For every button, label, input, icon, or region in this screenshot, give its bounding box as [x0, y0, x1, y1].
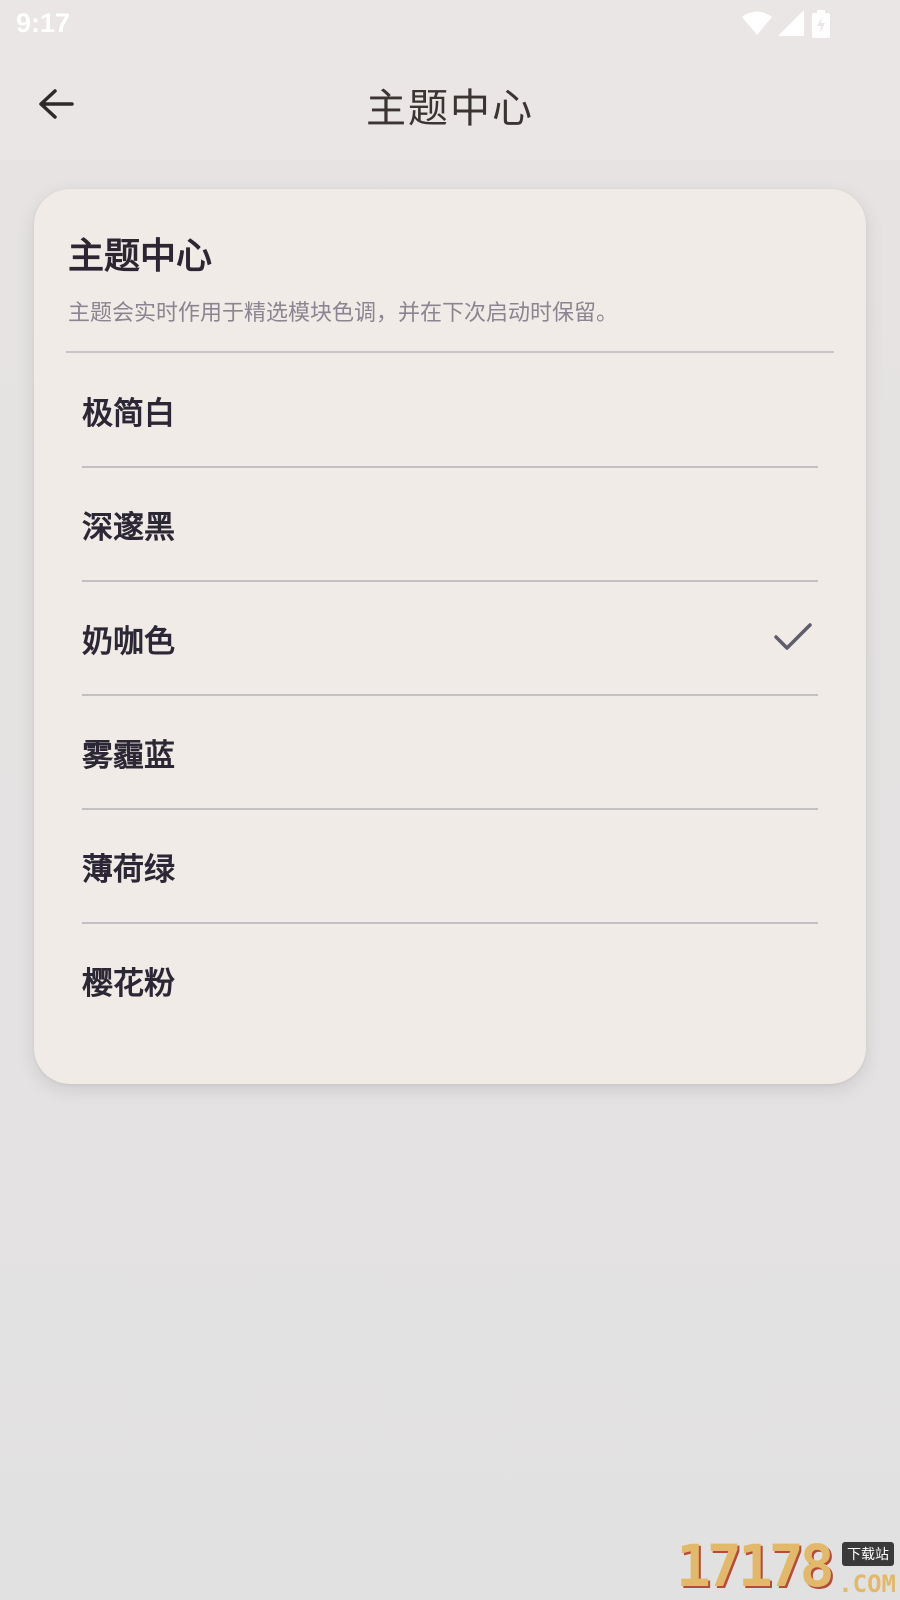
cellular-signal-icon [778, 10, 804, 36]
battery-charging-icon [812, 10, 830, 38]
watermark-digits: 17178 [676, 1532, 835, 1600]
status-bar: 9:17 [0, 0, 900, 48]
app-bar: 主题中心 [0, 48, 900, 160]
theme-option-sakura-pink[interactable]: 樱花粉 [82, 922, 818, 1036]
watermark-tag: 下载站 [842, 1542, 894, 1566]
check-icon [774, 623, 812, 650]
page-title: 主题中心 [366, 86, 534, 132]
theme-label: 薄荷绿 [82, 851, 175, 888]
theme-card: 主题中心 主题会实时作用于精选模块色调，并在下次启动时保留。 极简白 深邃黑 奶… [34, 189, 866, 1084]
theme-label: 奶咖色 [82, 623, 175, 660]
watermark-domain: .COM [838, 1570, 896, 1598]
theme-option-deep-black[interactable]: 深邃黑 [82, 466, 818, 580]
theme-option-mint-green[interactable]: 薄荷绿 [82, 808, 818, 922]
theme-list: 极简白 深邃黑 奶咖色 雾霾蓝 薄荷绿 樱花粉 [82, 354, 818, 1036]
divider [66, 351, 834, 353]
theme-option-minimal-white[interactable]: 极简白 [82, 354, 818, 466]
theme-option-haze-blue[interactable]: 雾霾蓝 [82, 694, 818, 808]
theme-label: 极简白 [82, 395, 175, 432]
theme-option-latte[interactable]: 奶咖色 [82, 580, 818, 694]
theme-label: 深邃黑 [82, 509, 175, 546]
wifi-icon [742, 11, 772, 35]
status-icons [742, 10, 854, 38]
theme-label: 雾霾蓝 [82, 737, 175, 774]
card-subtitle: 主题会实时作用于精选模块色调，并在下次启动时保留。 [68, 301, 619, 326]
status-time: 9:17 [16, 8, 71, 38]
watermark-logo: 17178 下载站 .COM [676, 1532, 900, 1600]
card-title: 主题中心 [68, 236, 213, 277]
theme-label: 樱花粉 [82, 965, 175, 1002]
